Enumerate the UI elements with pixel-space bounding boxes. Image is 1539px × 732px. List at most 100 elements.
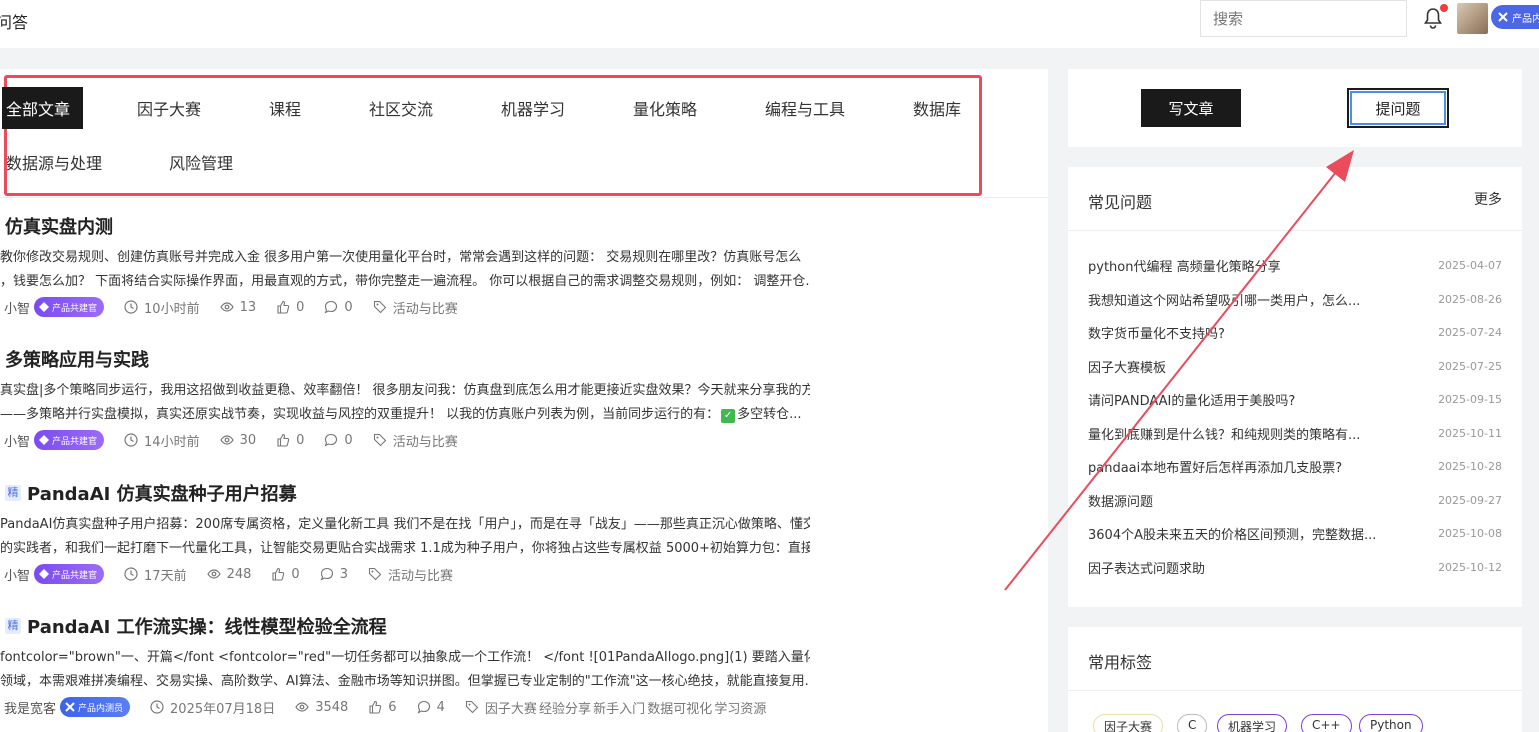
badge-icon [1498,12,1508,22]
post-tags[interactable]: 活动与比赛 [373,298,458,317]
divider [1068,690,1522,691]
article-meta: 小智 产品共建官 14小时前 30 0 0 活动与比赛 [4,430,478,450]
ask-question-button[interactable]: 提问题 [1347,88,1449,128]
view-count: 13 [219,300,256,315]
faq-item[interactable]: python代编程 高频量化策略分享 2025-04-07 [1088,256,1502,275]
author-badge: 产品共建官 [34,297,105,317]
faq-item[interactable]: 因子表达式问题求助 2025-10-12 [1088,558,1502,577]
comment-count[interactable]: 4 [417,700,445,715]
article-meta: 小智 产品共建官 10小时前 13 0 0 活动与比赛 [4,297,478,317]
article-title[interactable]: 多策略应用与实践 [5,346,149,372]
author-badge: 产品共建官 [34,430,105,450]
top-bar: 问答 产品内 [0,0,1539,48]
eye-icon [219,435,234,445]
category-tab-data-source[interactable]: 数据源与处理 [6,150,102,174]
faq-item[interactable]: 3604个A股未来五天的价格区间预测，完整数据... 2025-10-08 [1088,524,1502,543]
faq-item[interactable]: 量化到底赚到是什么钱？和纯规则类的策略有... 2025-10-11 [1088,424,1502,443]
post-time: 10小时前 [124,298,200,317]
tag-card: 常用标签 因子大赛 C 机器学习 C++ Python [1068,627,1522,732]
clock-icon [124,300,138,314]
article-excerpt-line: fontcolor="brown"一、开篇</font <fontcolor="… [0,650,810,665]
tag-icon [368,567,382,581]
tag-pill[interactable]: 因子大赛 [1093,714,1164,732]
category-tab-risk[interactable]: 风险管理 [169,150,233,174]
article-excerpt-line: 教你修改交易规则、创建仿真账号并完成入金 很多用户第一次使用量化平台时，常常会遇… [0,250,802,265]
page-title: 问答 [0,13,29,32]
category-tab-all[interactable]: 全部文章 [2,87,84,129]
author-name[interactable]: 我是宽客 [4,698,56,717]
badge-icon [65,702,75,712]
featured-badge: 精 [5,485,21,501]
like-count[interactable]: 0 [276,300,304,315]
view-count: 3548 [295,700,348,715]
user-avatar[interactable] [1457,3,1488,34]
author-name[interactable]: 小智 [4,298,30,317]
comment-count[interactable]: 0 [324,433,353,448]
divider [1068,230,1522,231]
tag-pill[interactable]: C [1177,714,1208,732]
diamond-icon [39,569,50,579]
thumbs-up-icon [277,300,290,314]
category-tab-database[interactable]: 数据库 [913,96,961,120]
product-badge-label: 产品内 [1512,13,1539,25]
clock-icon [124,567,138,581]
category-highlight-box [4,75,982,196]
tag-icon [465,700,479,714]
category-tab-programming[interactable]: 编程与工具 [765,96,845,120]
faq-more-link[interactable]: 更多 [1474,189,1502,209]
tag-icon [373,300,386,314]
eye-icon [295,702,309,712]
diamond-icon [39,302,50,312]
comment-count[interactable]: 0 [324,300,353,315]
post-tags[interactable]: 活动与比赛 [368,565,453,584]
comment-icon [324,300,338,314]
article-title[interactable]: 精 PandaAI 工作流实操：线性模型检验全流程 [5,613,387,639]
check-emoji-icon: ✓ [721,409,736,423]
post-tags[interactable]: 活动与比赛 [373,431,458,450]
article-excerpt-line: ——多策略并行实盘模拟，真实还原实战节奏，实现收益与风控的双重提升！ 以我的仿真… [0,407,802,423]
featured-badge: 精 [5,618,21,634]
faq-item[interactable]: pandaai本地布置好后怎样再添加几支股票? 2025-10-28 [1088,457,1502,476]
clock-icon [150,700,164,714]
faq-item[interactable]: 请问PANDAAI的量化适用于美股吗? 2025-09-15 [1088,390,1502,409]
write-article-button[interactable]: 写文章 [1141,89,1241,127]
post-time: 14小时前 [124,431,200,450]
diamond-icon [39,435,50,445]
category-tab-community[interactable]: 社区交流 [369,96,433,120]
search-input[interactable] [1200,0,1407,37]
tag-pill[interactable]: Python [1359,714,1423,732]
faq-item[interactable]: 数字货币量化不支持吗? 2025-07-24 [1088,323,1502,342]
comment-count[interactable]: 3 [320,567,348,582]
tag-pill[interactable]: 机器学习 [1217,714,1288,732]
tag-pill[interactable]: C++ [1301,714,1352,732]
post-tags[interactable]: 因子大赛 经验分享 新手入门 数据可视化 学习资源 [465,698,766,717]
category-tab-quant-strategy[interactable]: 量化策略 [633,96,697,120]
thumbs-up-icon [272,567,285,581]
thumbs-up-icon [369,700,382,714]
faq-item[interactable]: 我想知道这个网站希望吸引哪一类用户，怎么... 2025-08-26 [1088,290,1502,309]
article-excerpt-line: 领域，本需艰难拼凑编程、交易实操、高阶数学、AI算法、金融市场等知识拼图。但掌握… [0,674,810,689]
author-badge: 产品内测员 [60,697,131,717]
thumbs-up-icon [277,433,290,447]
author-badge: 产品共建官 [34,564,105,584]
author-name[interactable]: 小智 [4,565,30,584]
tag-card-title: 常用标签 [1088,653,1153,672]
faq-title: 常见问题 [1088,193,1153,212]
like-count[interactable]: 0 [276,433,304,448]
category-tab-factor-contest[interactable]: 因子大赛 [137,96,201,120]
article-title[interactable]: 精 PandaAI 仿真实盘种子用户招募 [5,480,297,506]
post-time: 17天前 [124,565,187,584]
faq-item[interactable]: 数据源问题 2025-09-27 [1088,491,1502,510]
like-count[interactable]: 0 [271,567,300,582]
category-tab-courses[interactable]: 课程 [269,96,301,120]
product-badge: 产品内 [1491,5,1539,29]
article-excerpt-line: PandaAI仿真实盘种子用户招募：200席专属资格，定义量化新工具 我们不是在… [0,517,810,532]
category-tab-ml[interactable]: 机器学习 [501,96,565,120]
article-title[interactable]: 仿真实盘内测 [5,213,113,239]
post-time: 2025年07月18日 [150,698,275,717]
comment-icon [417,700,430,714]
like-count[interactable]: 6 [368,700,397,715]
author-name[interactable]: 小智 [4,431,30,450]
view-count: 30 [219,433,256,448]
faq-item[interactable]: 因子大赛模板 2025-07-25 [1088,357,1502,376]
